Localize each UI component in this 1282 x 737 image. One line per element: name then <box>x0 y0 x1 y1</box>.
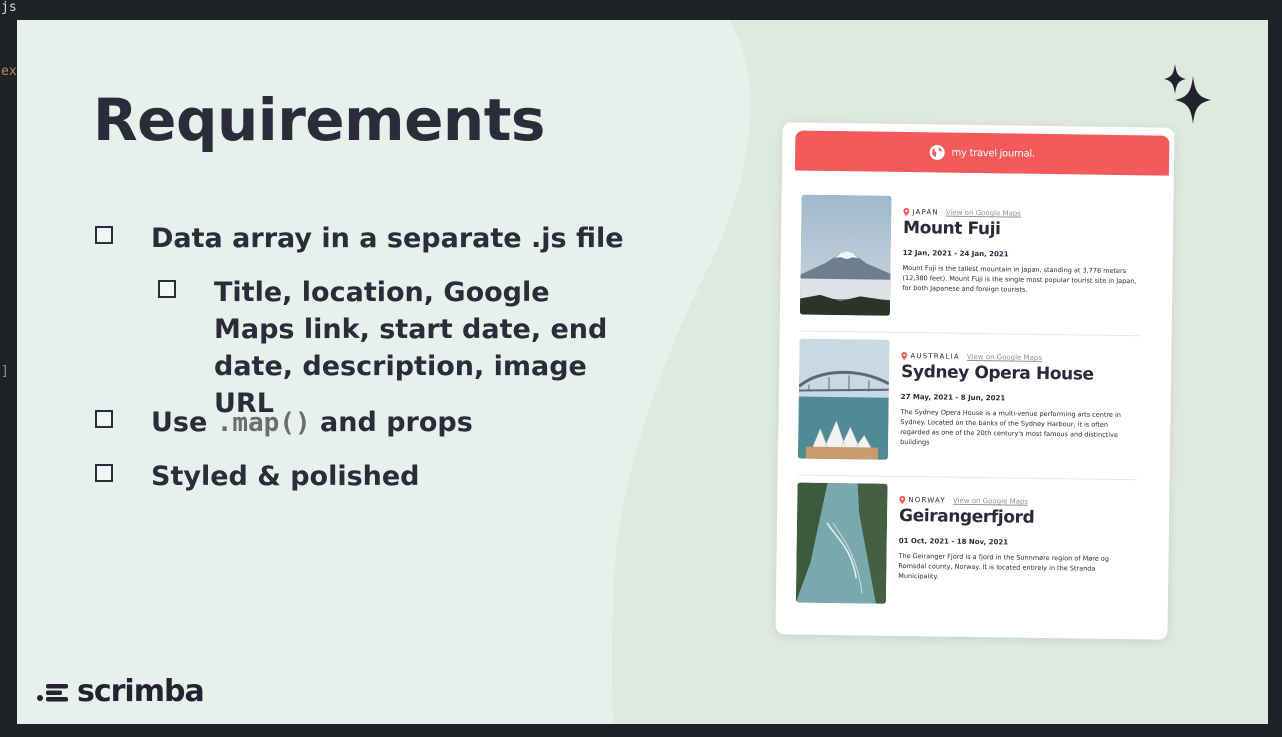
brand-name: scrimba <box>77 674 205 709</box>
entry-dates: 01 Oct, 2021 - 18 Nov, 2021 <box>898 536 1009 547</box>
scrimba-logo: scrimba <box>37 674 205 709</box>
entry-divider <box>797 474 1138 481</box>
sparkle-icon <box>1164 64 1211 124</box>
entry-description: Mount Fuji is the tallest mountain in Ja… <box>902 263 1137 294</box>
slide-title: Requirements <box>93 86 545 154</box>
entry-location: AUSTRALIA <box>910 352 960 361</box>
requirement-text-part: and props <box>320 407 473 438</box>
requirement-item: Use .map() and props <box>95 404 473 442</box>
requirement-item: Data array in a separate .js file <box>95 220 624 257</box>
entry-photo <box>797 338 890 460</box>
requirement-text: Title, location, Google Maps link, start… <box>214 277 608 419</box>
entry-location: NORWAY <box>908 496 946 505</box>
entry-location: JAPAN <box>912 208 939 217</box>
requirement-text: Use .map() and props <box>151 404 473 442</box>
entry-description: The Sydney Opera House is a multi-venue … <box>900 407 1122 447</box>
entry-title: Sydney Opera House <box>900 361 1094 385</box>
journal-entry: AUSTRALIA View on Google Maps Sydney Ope… <box>797 338 1150 474</box>
requirement-text-part: Use <box>151 407 208 438</box>
entry-photo <box>795 482 888 604</box>
google-maps-link[interactable]: View on Google Maps <box>946 209 1021 218</box>
entry-description: The Geiranger Fjord is a fjord in the Su… <box>898 551 1109 581</box>
checkbox-icon <box>95 226 118 249</box>
checkbox-icon <box>95 410 118 433</box>
journal-header: my travel journal. <box>794 130 1170 176</box>
journal-title: my travel journal. <box>951 147 1035 160</box>
travel-journal-preview: my travel journal. JAPAN View on Google … <box>775 122 1175 640</box>
editor-code-fragment: ex <box>1 64 17 79</box>
editor-tab-fragment: js <box>1 0 17 15</box>
journal-entry: JAPAN View on Google Maps Mount Fuji 12 … <box>799 194 1152 330</box>
entry-dates: 27 May, 2021 - 8 Jun, 2021 <box>900 392 1006 403</box>
google-maps-link[interactable]: View on Google Maps <box>967 353 1042 362</box>
entry-title: Mount Fuji <box>902 217 1001 240</box>
entry-dates: 12 Jan, 2021 - 24 Jan, 2021 <box>902 248 1009 259</box>
checkbox-icon <box>95 464 118 487</box>
slide: Requirements Data array in a separate .j… <box>17 20 1268 724</box>
requirement-subitem: Title, location, Google Maps link, start… <box>158 274 638 422</box>
requirement-text: Data array in a separate .js file <box>151 223 624 254</box>
requirement-item: Styled & polished <box>95 458 420 495</box>
location-pin-icon <box>903 208 910 217</box>
location-pin-icon <box>899 495 906 504</box>
requirement-text: Styled & polished <box>151 461 420 492</box>
journal-entry: NORWAY View on Google Maps Geirangerfjor… <box>795 482 1148 618</box>
location-pin-icon <box>901 352 908 361</box>
checkbox-icon <box>158 280 181 303</box>
globe-icon <box>930 144 946 160</box>
entry-divider <box>799 330 1140 337</box>
scrimba-mark-icon <box>37 683 68 701</box>
google-maps-link[interactable]: View on Google Maps <box>953 497 1028 506</box>
code-editor-peek: js ex ] <box>0 0 18 737</box>
entry-title: Geirangerfjord <box>898 505 1035 528</box>
entry-photo <box>799 194 892 316</box>
editor-code-fragment: ] <box>1 364 9 379</box>
code-snippet: .map() <box>216 408 311 438</box>
